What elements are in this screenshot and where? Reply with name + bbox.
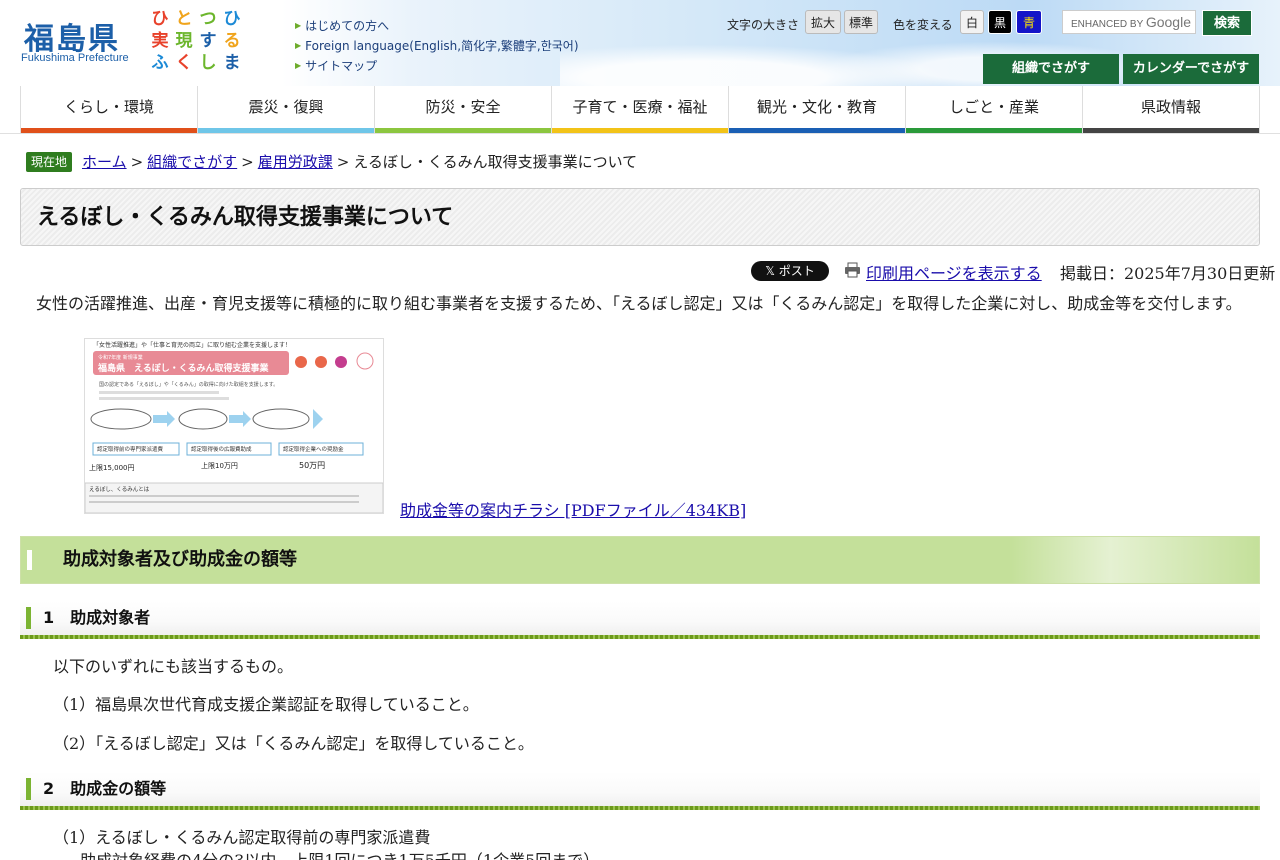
nav-childcare-medical-welfare[interactable]: 子育て・医療・福祉 [552, 86, 729, 133]
heading-underline [20, 806, 1260, 810]
breadcrumb-org[interactable]: 組織でさがす [147, 151, 237, 173]
subsection-heading-2: 2 助成金の額等 [20, 772, 1260, 810]
svg-text:「女性活躍推進」や「仕事と育児の両立」に取り組む企業を支援し: 「女性活躍推進」や「仕事と育児の両立」に取り組む企業を支援します！ [93, 341, 291, 349]
breadcrumb-current: えるぼし・くるみん取得支援事業について [353, 153, 638, 171]
color-white-button[interactable]: 白 [960, 10, 984, 34]
eligibility-item-1: （1）福島県次世代育成支援企業認証を取得していること。 [53, 695, 479, 714]
link-first-visit[interactable]: はじめての方へ [295, 16, 579, 36]
heading-marker [26, 607, 31, 629]
svg-text:認定取得企業への奨励金: 認定取得企業への奨励金 [283, 445, 344, 453]
nav-divider [0, 133, 1280, 134]
breadcrumb-dept[interactable]: 雇用労政課 [258, 151, 333, 173]
link-sitemap[interactable]: サイトマップ [295, 56, 579, 76]
color-blue-button[interactable]: 青 [1016, 10, 1042, 34]
font-size-large-button[interactable]: 拡大 [805, 10, 841, 34]
color-black-button[interactable]: 黒 [988, 10, 1012, 34]
amount-item-1: （1）えるぼし・くるみん認定取得前の専門家派遣費 [53, 828, 431, 847]
slogan-char: る [223, 31, 241, 51]
svg-text:国の認定である「えるぼし」や「くるみん」の取得に向けた取組を: 国の認定である「えるぼし」や「くるみん」の取得に向けた取組を支援します。 [99, 381, 278, 388]
eligibility-item-2: （2）「えるぼし認定」又は「くるみん認定」を取得していること。 [53, 734, 534, 753]
slogan-char: 実 [151, 31, 169, 51]
nav-work-industry[interactable]: しごと・産業 [906, 86, 1083, 133]
prefecture-logo-roman: Fukushima Prefecture [21, 52, 129, 64]
nav-prefectural-admin[interactable]: 県政情報 [1083, 86, 1260, 133]
slogan-char: と [175, 9, 193, 29]
slogan-logo: ひ と つ ひ 実 現 す る ふ く し ま [148, 8, 248, 78]
slogan-char: ひ [223, 9, 241, 29]
print-page-link[interactable]: 印刷用ページを表示する [866, 260, 1042, 284]
slogan-char: ひ [151, 9, 169, 29]
svg-text:令和7年度 新規事業: 令和7年度 新規事業 [98, 354, 143, 361]
search-button[interactable]: 検索 [1202, 10, 1252, 36]
font-size-normal-button[interactable]: 標準 [844, 10, 878, 34]
x-post-button[interactable]: 𝕏 ポスト [751, 261, 829, 281]
svg-text:福島県 えるぼし・くるみん取得支援事業: 福島県 えるぼし・くるみん取得支援事業 [97, 362, 270, 374]
nav-disaster-recovery[interactable]: 震災・復興 [198, 86, 375, 133]
nav-tourism-culture-education[interactable]: 観光・文化・教育 [729, 86, 906, 133]
published-date: 掲載日：2025年7月30日更新 [1060, 264, 1276, 283]
flyer-thumbnail[interactable]: 「女性活躍推進」や「仕事と育児の両立」に取り組む企業を支援します！ 令和7年度 … [84, 338, 384, 514]
subsection-heading-1: 1 助成対象者 [20, 601, 1260, 639]
font-size-label: 文字の大きさ [727, 18, 800, 32]
nav-safety[interactable]: 防災・安全 [375, 86, 552, 133]
eligibility-intro: 以下のいずれにも該当するもの。 [53, 657, 294, 676]
breadcrumb-home[interactable]: ホーム [82, 151, 127, 173]
quick-links: はじめての方へ Foreign language(English,简化字,繁體字… [295, 16, 579, 76]
search-by-calendar-button[interactable]: カレンダーでさがす [1123, 54, 1259, 84]
svg-text:えるぼし、くるみんとは: えるぼし、くるみんとは [89, 486, 150, 493]
color-label: 色を変える [893, 18, 953, 32]
global-nav: くらし・環境 震災・復興 防災・安全 子育て・医療・福祉 観光・文化・教育 しご… [20, 86, 1260, 133]
section-heading: 助成対象者及び助成金の額等 [20, 536, 1260, 584]
heading-underline [20, 635, 1260, 639]
amount-item-1-detail: 助成対象経費の4分の3以内、上限1回につき1万5千円（1企業5回まで） [80, 849, 599, 860]
svg-text:50万円: 50万円 [299, 461, 325, 470]
lead-paragraph: 女性の活躍推進、出産・育児支援等に積極的に取り組む事業者を支援するため、「えるぼ… [36, 294, 1242, 313]
breadcrumb-separator: > [130, 153, 144, 171]
search-input[interactable]: ENHANCED BY Google [1062, 10, 1196, 34]
search-by-org-button[interactable]: 組織でさがす [983, 54, 1119, 84]
slogan-char: し [199, 53, 217, 73]
printer-icon [845, 262, 860, 278]
breadcrumb-separator: > [336, 153, 350, 171]
breadcrumb: 現在地 ホーム > 組織でさがす > 雇用労政課 > えるぼし・くるみん取得支援… [26, 151, 637, 173]
subsection-heading-text: 1 助成対象者 [43, 608, 151, 627]
svg-text:認定取得後の広報費助成: 認定取得後の広報費助成 [191, 445, 252, 453]
flyer-pdf-link[interactable]: 助成金等の案内チラシ [PDFファイル／434KB] [400, 497, 746, 521]
nav-living-environment[interactable]: くらし・環境 [20, 86, 198, 133]
svg-text:認定取得前の専門家派遣費: 認定取得前の専門家派遣費 [97, 445, 164, 453]
slogan-char: つ [199, 9, 217, 29]
slogan-char: す [199, 31, 217, 51]
section-heading-text: 助成対象者及び助成金の額等 [63, 549, 297, 570]
slogan-char: 現 [175, 31, 193, 51]
svg-text:上限10万円: 上限10万円 [201, 461, 238, 470]
current-location-badge: 現在地 [26, 152, 73, 172]
page-title: えるぼし・くるみん取得支援事業について [37, 205, 454, 230]
slogan-char: く [175, 53, 193, 73]
link-foreign-language[interactable]: Foreign language(English,简化字,繁體字,한국어) [295, 36, 578, 56]
slogan-char: ふ [151, 53, 169, 73]
heading-marker [27, 550, 32, 570]
slogan-char: ま [223, 53, 241, 73]
heading-marker [26, 778, 31, 800]
svg-text:上限15,000円: 上限15,000円 [89, 463, 135, 472]
page-title-box: えるぼし・くるみん取得支援事業について [20, 188, 1260, 246]
breadcrumb-separator: > [241, 153, 254, 171]
subsection-heading-text: 2 助成金の額等 [43, 779, 167, 798]
site-header: 福島県 Fukushima Prefecture ひ と つ ひ 実 現 す る… [0, 0, 1280, 86]
